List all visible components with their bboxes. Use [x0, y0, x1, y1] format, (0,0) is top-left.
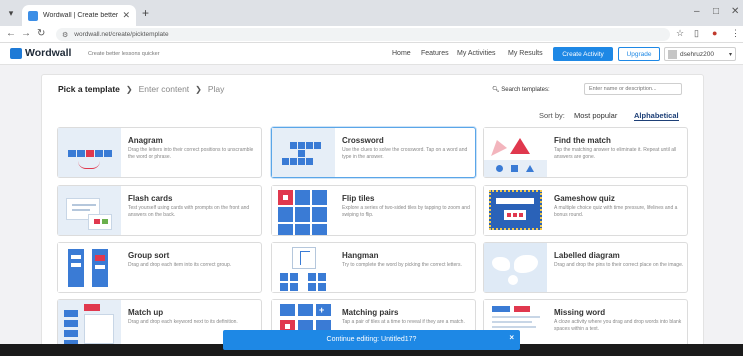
- chevron-right-icon: ❯: [125, 84, 133, 94]
- flip-tiles-thumbnail: [272, 186, 335, 235]
- close-window-icon[interactable]: ✕: [731, 6, 739, 17]
- reload-icon[interactable]: ↻: [37, 28, 45, 39]
- star-icon[interactable]: ☆: [676, 28, 684, 39]
- browser-window: ▾ Wordwall | Create better lesson ✕ + – …: [0, 0, 743, 356]
- template-name: Group sort: [128, 251, 170, 260]
- find-the-match-thumbnail: [484, 128, 547, 177]
- nav-my-activities[interactable]: My Activities: [457, 50, 496, 57]
- template-gameshow-quiz[interactable]: Gameshow quiz A multiple choice quiz wit…: [483, 185, 688, 236]
- browser-toolbar: ← → ↻ ⚙ wordwall.net/create/picktemplate…: [0, 26, 743, 43]
- sort-most-popular[interactable]: Most popular: [574, 111, 617, 120]
- template-name: Matching pairs: [342, 308, 399, 317]
- template-name: Flash cards: [128, 194, 173, 203]
- nav-features[interactable]: Features: [421, 50, 449, 57]
- tab-search-icon[interactable]: ▾: [4, 6, 18, 20]
- template-desc: Drag and drop the pins to their correct …: [554, 262, 684, 268]
- template-group-sort[interactable]: Group sort Drag and drop each item into …: [57, 242, 262, 293]
- template-name: Match up: [128, 308, 164, 317]
- tab-title: Wordwall | Create better lesson: [43, 12, 119, 19]
- template-picker-panel: Pick a template ❯ Enter content ❯ Play 🔍…: [41, 74, 704, 356]
- template-name: Flip tiles: [342, 194, 375, 203]
- hangman-thumbnail: [272, 243, 335, 292]
- crossword-thumbnail: [272, 128, 335, 177]
- gameshow-quiz-thumbnail: [484, 186, 547, 235]
- close-icon[interactable]: ×: [509, 333, 514, 342]
- sort-alphabetical[interactable]: Alphabetical: [634, 111, 679, 121]
- new-tab-icon[interactable]: +: [142, 6, 149, 20]
- tagline: Create better lessons quicker: [88, 51, 160, 57]
- address-bar[interactable]: ⚙ wordwall.net/create/picktemplate: [56, 28, 670, 41]
- maximize-icon[interactable]: □: [713, 6, 719, 17]
- anagram-thumbnail: [58, 128, 121, 177]
- template-hangman[interactable]: Hangman Try to complete the word by pick…: [271, 242, 476, 293]
- template-anagram[interactable]: Anagram Drag the letters into their corr…: [57, 127, 262, 178]
- menu-icon[interactable]: ⋮: [731, 28, 740, 39]
- match-up-thumbnail: [58, 300, 121, 349]
- template-desc: Tap the matching answer to eliminate it.…: [554, 147, 677, 160]
- search-label-text: Search templates:: [501, 87, 550, 93]
- app-header: Wordwall Create better lessons quicker H…: [0, 43, 743, 65]
- browser-tab[interactable]: Wordwall | Create better lesson ✕: [22, 5, 136, 26]
- crumb-play: Play: [207, 84, 225, 94]
- continue-editing-toast[interactable]: Continue editing: Untitled17? ×: [223, 330, 520, 350]
- logo-mark-icon: [10, 47, 22, 59]
- template-desc: Drag the letters into their correct posi…: [128, 147, 254, 160]
- site-info-icon[interactable]: ⚙: [62, 31, 68, 39]
- search-label: 🔍︎ Search templates:: [492, 86, 550, 93]
- tab-strip: ▾ Wordwall | Create better lesson ✕ + – …: [0, 0, 743, 26]
- template-find-the-match[interactable]: Find the match Tap the matching answer t…: [483, 127, 688, 178]
- close-tab-icon[interactable]: ✕: [122, 10, 130, 21]
- template-name: Missing word: [554, 308, 606, 317]
- template-flip-tiles[interactable]: Flip tiles Explore a series of two-sided…: [271, 185, 476, 236]
- minimize-icon[interactable]: –: [694, 6, 700, 17]
- search-input[interactable]: [584, 83, 682, 95]
- labelled-diagram-thumbnail: [484, 243, 547, 292]
- sort-label: Sort by:: [539, 111, 565, 120]
- logo-text: Wordwall: [25, 47, 72, 59]
- create-activity-button[interactable]: Create Activity: [553, 47, 613, 61]
- template-desc: Explore a series of two-sided tiles by t…: [342, 205, 470, 218]
- template-desc: Try to complete the word by picking the …: [342, 262, 462, 268]
- nav-my-results[interactable]: My Results: [508, 50, 543, 57]
- template-desc: Test yourself using cards with prompts o…: [128, 205, 250, 218]
- url-text: wordwall.net/create/picktemplate: [74, 31, 169, 38]
- profile-icon[interactable]: ●: [712, 28, 717, 38]
- template-desc: Tap a pair of tiles at a time to reveal …: [342, 319, 465, 325]
- template-desc: Use the clues to solve the crossword. Ta…: [342, 147, 468, 160]
- chevron-down-icon: ▾: [728, 51, 732, 58]
- nav-home[interactable]: Home: [392, 50, 411, 57]
- template-desc: Drag and drop each keyword next to its d…: [128, 319, 238, 325]
- wordwall-favicon-icon: [28, 10, 38, 21]
- template-desc: Drag and drop each item into its correct…: [128, 262, 232, 268]
- crumb-pick-template: Pick a template: [58, 84, 120, 94]
- upgrade-button[interactable]: Upgrade: [618, 47, 660, 61]
- chevron-right-icon: ❯: [195, 84, 202, 94]
- flash-cards-thumbnail: [58, 186, 121, 235]
- wordwall-logo[interactable]: Wordwall: [10, 47, 71, 59]
- template-desc: A multiple choice quiz with time pressur…: [554, 205, 678, 218]
- template-flash-cards[interactable]: Flash cards Test yourself using cards wi…: [57, 185, 262, 236]
- template-desc: A cloze activity where you drag and drop…: [554, 319, 682, 332]
- back-icon[interactable]: ←: [6, 28, 16, 39]
- forward-icon[interactable]: →: [21, 28, 31, 39]
- sidebar-icon[interactable]: ▯: [694, 28, 699, 39]
- template-name: Labelled diagram: [554, 251, 620, 260]
- group-sort-thumbnail: [58, 243, 121, 292]
- avatar: [668, 49, 677, 59]
- user-menu[interactable]: dsehruz200 ▾: [664, 47, 736, 61]
- breadcrumb: Pick a template ❯ Enter content ❯ Play: [58, 84, 224, 94]
- search-icon: 🔍︎: [492, 87, 500, 93]
- username: dsehruz200: [680, 50, 714, 58]
- template-name: Hangman: [342, 251, 379, 260]
- toast-message[interactable]: Continue editing: Untitled17?: [223, 336, 520, 343]
- template-name: Anagram: [128, 136, 163, 145]
- template-crossword[interactable]: Crossword Use the clues to solve the cro…: [271, 127, 476, 178]
- template-name: Gameshow quiz: [554, 194, 615, 203]
- template-labelled-diagram[interactable]: Labelled diagram Drag and drop the pins …: [483, 242, 688, 293]
- crumb-enter-content: Enter content: [138, 84, 190, 94]
- template-name: Crossword: [342, 136, 384, 145]
- template-name: Find the match: [554, 136, 611, 145]
